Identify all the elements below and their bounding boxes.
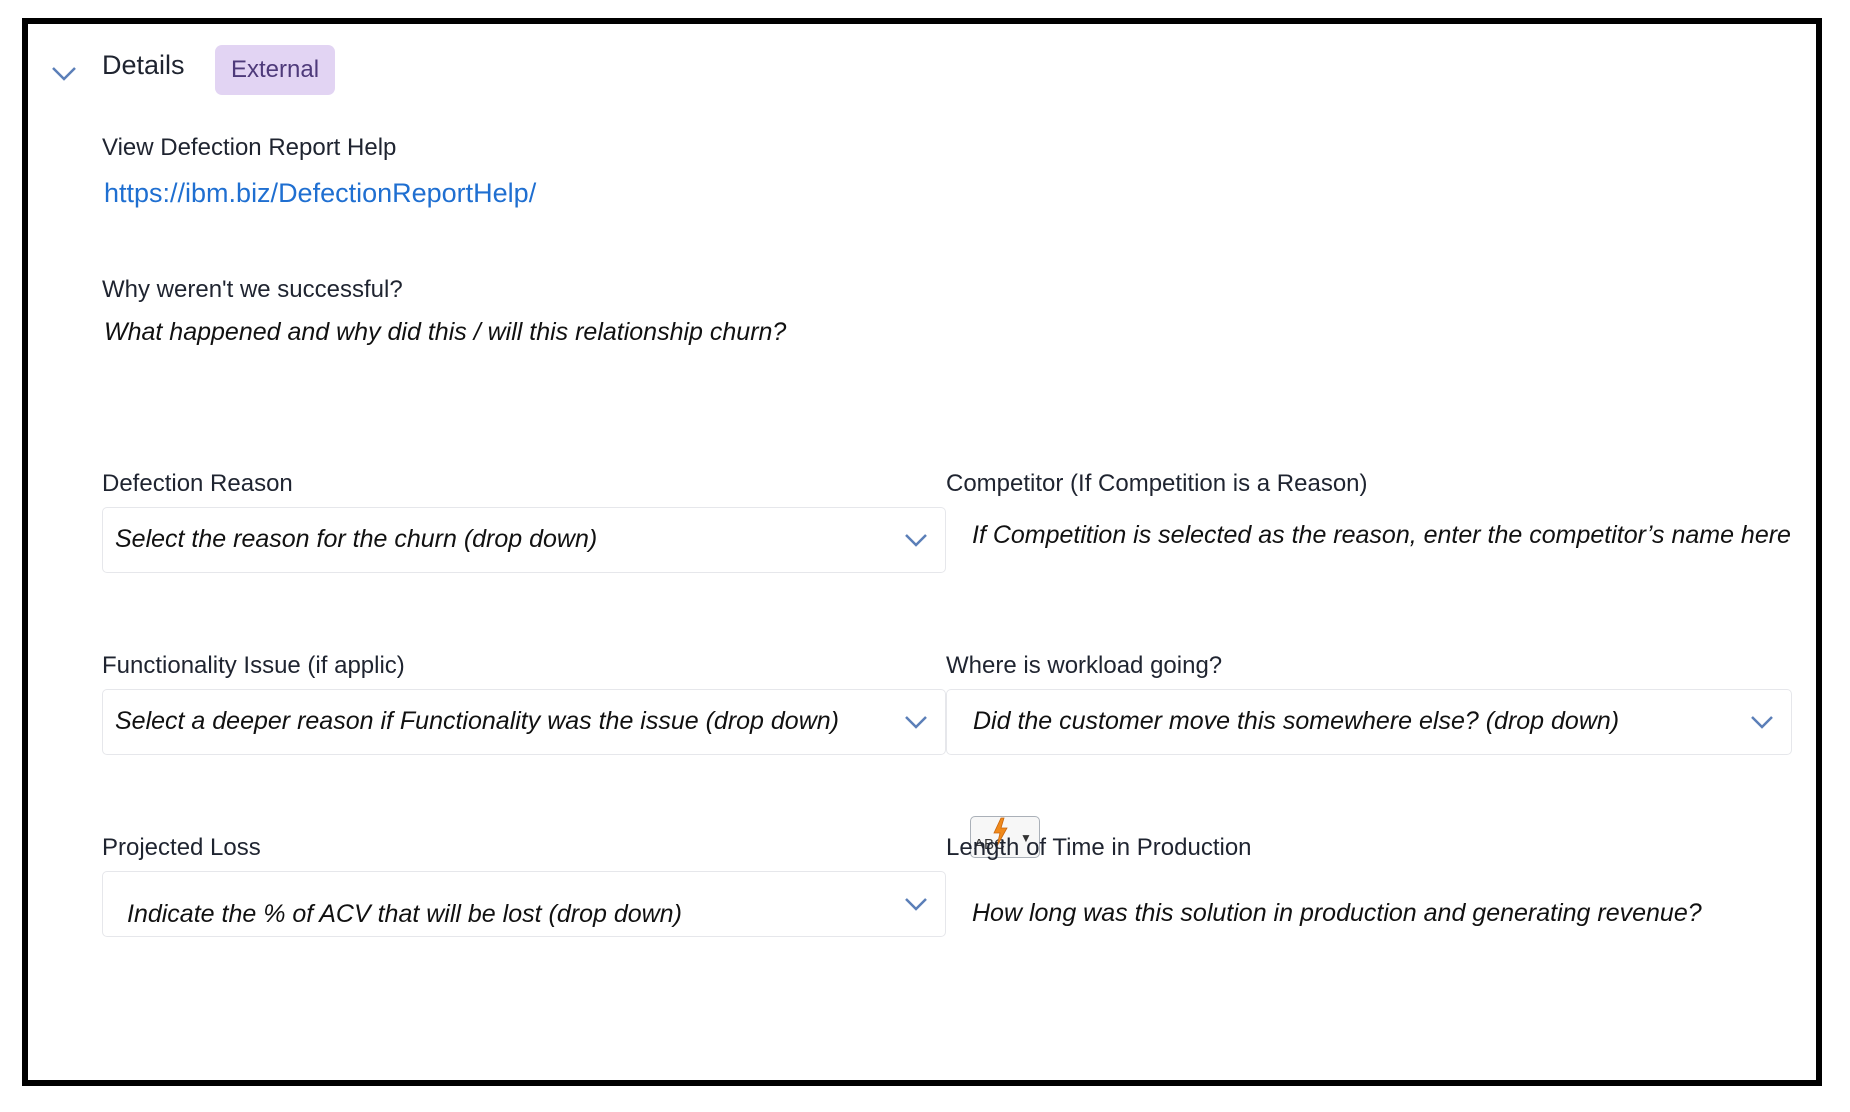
projected-loss-label: Projected Loss	[102, 834, 261, 861]
workload-label: Where is workload going?	[946, 652, 1223, 679]
why-value[interactable]: What happened and why did this / will th…	[104, 318, 786, 347]
workload-select[interactable]: Did the customer move this somewhere els…	[946, 689, 1792, 755]
external-badge: External	[215, 45, 336, 95]
details-panel: Details External View Defection Report H…	[22, 18, 1822, 1086]
functionality-select[interactable]: Select a deeper reason if Functionality …	[102, 689, 946, 755]
defection-reason-placeholder: Select the reason for the churn (drop do…	[115, 525, 598, 553]
time-in-production-label: Length of Time in Production	[946, 834, 1252, 861]
help-label: View Defection Report Help	[102, 134, 397, 161]
workload-placeholder: Did the customer move this somewhere els…	[973, 707, 1620, 735]
section-title: Details	[102, 50, 185, 80]
competitor-label: Competitor (If Competition is a Reason)	[946, 470, 1368, 497]
functionality-placeholder: Select a deeper reason if Functionality …	[115, 707, 839, 735]
chevron-down-icon	[901, 892, 931, 916]
help-link[interactable]: https://ibm.biz/DefectionReportHelp/	[104, 178, 536, 209]
time-in-production-value[interactable]: How long was this solution in production…	[972, 899, 1702, 928]
functionality-label: Functionality Issue (if applic)	[102, 652, 405, 679]
chevron-down-icon	[901, 710, 931, 734]
projected-loss-placeholder: Indicate the % of ACV that will be lost …	[127, 900, 682, 928]
chevron-down-icon	[1747, 710, 1777, 734]
chevron-down-icon	[901, 528, 931, 552]
defection-reason-select[interactable]: Select the reason for the churn (drop do…	[102, 507, 946, 573]
projected-loss-select[interactable]: Indicate the % of ACV that will be lost …	[102, 871, 946, 937]
why-label: Why weren't we successful?	[102, 276, 403, 303]
defection-reason-label: Defection Reason	[102, 470, 293, 497]
chevron-down-icon[interactable]	[47, 58, 81, 88]
competitor-value[interactable]: If Competition is selected as the reason…	[972, 521, 1791, 550]
